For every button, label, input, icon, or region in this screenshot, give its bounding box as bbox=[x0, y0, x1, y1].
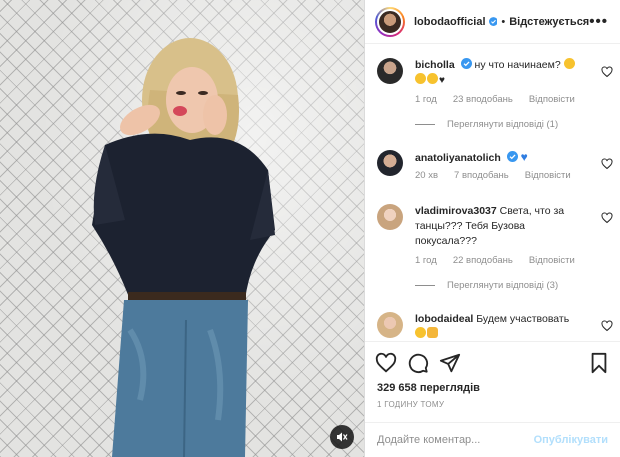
comment-likes[interactable]: 23 вподобань bbox=[453, 94, 513, 105]
heart-eyes-emoji bbox=[563, 58, 575, 69]
view-replies-label: Переглянути відповіді (3) bbox=[447, 280, 559, 291]
comment-likes[interactable]: 7 вподобань bbox=[454, 170, 509, 181]
view-replies-button[interactable]: Переглянути відповіді (1) bbox=[415, 119, 613, 130]
post-header: lobodaofficial • Відстежується ••• bbox=[365, 0, 620, 44]
post-time[interactable]: 1 ГОДИНУ ТОМУ bbox=[365, 400, 620, 409]
reply-button[interactable]: Відповісти bbox=[525, 170, 571, 181]
post-media[interactable] bbox=[0, 0, 364, 457]
following-button[interactable]: Відстежується bbox=[509, 16, 589, 28]
like-comment-heart-icon[interactable] bbox=[601, 212, 613, 224]
share-icon[interactable] bbox=[439, 352, 461, 374]
author-avatar[interactable] bbox=[375, 6, 405, 37]
blue-heart-emoji: ♥ bbox=[520, 150, 528, 164]
comment-item: anatoliyanatolich ♥ 20 хв 7 вподобань Ві… bbox=[377, 150, 613, 181]
reply-button[interactable]: Відповісти bbox=[529, 94, 575, 105]
comment-likes[interactable]: 22 вподобань bbox=[453, 255, 513, 266]
thumbs-up-emoji bbox=[427, 327, 438, 338]
comment-body: anatoliyanatolich ♥ bbox=[415, 150, 585, 166]
reply-button[interactable]: Відповісти bbox=[529, 255, 575, 266]
comment-body: vladimirova3037 Света, что за танцы??? Т… bbox=[415, 204, 585, 249]
comment-text: ну что начинаем? bbox=[474, 59, 561, 71]
comment-username[interactable]: anatoliyanatolich bbox=[415, 152, 501, 164]
comment-meta: 20 хв 7 вподобань Відповісти bbox=[415, 170, 613, 181]
comment-username[interactable]: vladimirova3037 bbox=[415, 205, 497, 217]
post-panel: lobodaofficial • Відстежується ••• bicho… bbox=[365, 0, 620, 457]
like-comment-heart-icon[interactable] bbox=[601, 320, 613, 332]
comment-time: 1 год bbox=[415, 94, 437, 105]
comment-username[interactable]: bicholla bbox=[415, 59, 455, 71]
author-username[interactable]: lobodaofficial bbox=[414, 16, 486, 28]
comment-item: bicholla ну что начинаем? ♥ 1 год 23 впо… bbox=[377, 58, 613, 130]
comment-item: vladimirova3037 Света, что за танцы??? Т… bbox=[377, 204, 613, 291]
more-icon[interactable]: ••• bbox=[589, 13, 608, 30]
comment-body: bicholla ну что начинаем? ♥ bbox=[415, 58, 585, 88]
verified-badge-icon bbox=[488, 17, 498, 26]
comment-text: Будем участвовать bbox=[476, 313, 570, 325]
publish-button[interactable]: Опублікувати bbox=[534, 434, 608, 446]
comment-icon[interactable] bbox=[407, 352, 429, 374]
comment-composer: Опублікувати bbox=[365, 422, 620, 457]
heart-eyes-emoji bbox=[415, 73, 426, 84]
comment-meta: 1 год 23 вподобань Відповісти bbox=[415, 94, 613, 105]
mute-icon bbox=[337, 432, 348, 442]
comment-meta: 1 год 22 вподобань Відповісти bbox=[415, 255, 613, 266]
like-comment-heart-icon[interactable] bbox=[601, 66, 613, 78]
verified-badge-icon bbox=[506, 151, 518, 162]
view-replies-label: Переглянути відповіді (1) bbox=[447, 119, 559, 130]
verified-badge-icon bbox=[460, 58, 472, 69]
bookmark-icon[interactable] bbox=[588, 352, 610, 374]
comment-avatar[interactable] bbox=[377, 312, 403, 338]
comment-body: lobodaideal Будем участвовать bbox=[415, 312, 585, 341]
view-replies-button[interactable]: Переглянути відповіді (3) bbox=[415, 280, 613, 291]
heart-eyes-emoji bbox=[427, 73, 438, 84]
comment-time: 20 хв bbox=[415, 170, 439, 181]
mute-button[interactable] bbox=[330, 425, 354, 449]
replies-line bbox=[415, 124, 435, 125]
heart-icon[interactable] bbox=[375, 352, 397, 374]
comment-username[interactable]: lobodaideal bbox=[415, 313, 473, 325]
comment-avatar[interactable] bbox=[377, 150, 403, 176]
comment-item: lobodaideal Будем участвовать bbox=[377, 312, 613, 341]
replies-line bbox=[415, 285, 435, 286]
smile-emoji bbox=[415, 327, 426, 338]
header-separator: • bbox=[501, 15, 506, 28]
person-figure bbox=[92, 38, 275, 457]
post-actions-section: 329 658 переглядів 1 ГОДИНУ ТОМУ bbox=[365, 341, 620, 409]
black-heart-emoji: ♥ bbox=[439, 75, 445, 86]
views-count[interactable]: 329 658 переглядів bbox=[365, 382, 620, 394]
comment-avatar[interactable] bbox=[377, 58, 403, 84]
like-comment-heart-icon[interactable] bbox=[601, 158, 613, 170]
action-bar bbox=[365, 342, 620, 384]
comment-input[interactable] bbox=[377, 434, 534, 446]
comment-avatar[interactable] bbox=[377, 204, 403, 230]
comment-time: 1 год bbox=[415, 255, 437, 266]
comments-list[interactable]: bicholla ну что начинаем? ♥ 1 год 23 впо… bbox=[365, 44, 620, 341]
